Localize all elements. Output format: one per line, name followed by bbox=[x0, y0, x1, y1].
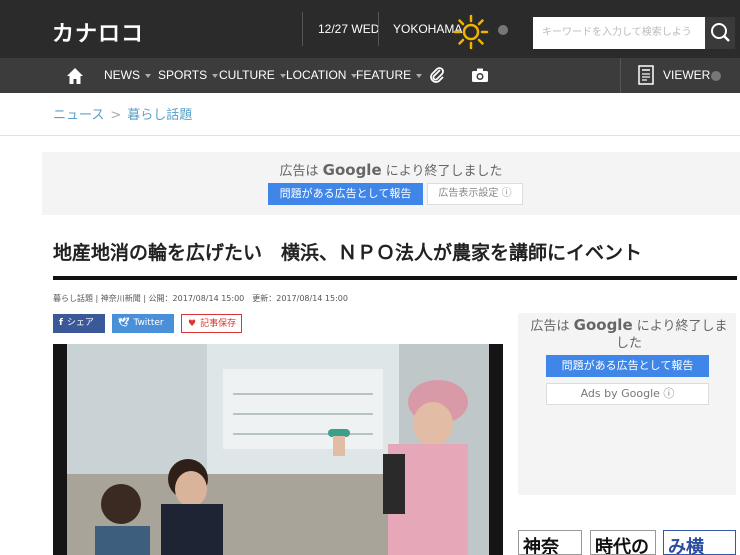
twitter-share-button[interactable]: 🕊 Twitter bbox=[112, 314, 174, 333]
nav-divider bbox=[620, 58, 621, 93]
top-header: カナロコ 12/27 WED YOKOHAMA キーワードを入力して検索しよう bbox=[0, 0, 740, 58]
title-underline bbox=[53, 276, 737, 280]
nav-sports[interactable]: SPORTS bbox=[158, 68, 219, 82]
ad-closed-message: 広告は Google により終了しました bbox=[279, 161, 503, 179]
paper-thumbnail[interactable]: 時代の bbox=[590, 530, 656, 555]
nav-feature[interactable]: FEATURE bbox=[356, 68, 423, 82]
google-logo-text: Google bbox=[322, 161, 382, 179]
header-divider bbox=[302, 12, 303, 46]
chevron-down-icon bbox=[416, 73, 423, 78]
ad-closed-message: 広告は Google により終了しました bbox=[530, 316, 728, 352]
newspaper-icon bbox=[638, 65, 654, 85]
sun-icon bbox=[453, 14, 489, 50]
paperclip-icon[interactable] bbox=[428, 66, 446, 84]
search-icon bbox=[711, 23, 730, 42]
camera-icon[interactable] bbox=[471, 66, 489, 84]
chevron-down-icon bbox=[212, 73, 219, 78]
breadcrumb: ニュース > 暮らし話題 bbox=[53, 104, 192, 123]
header-divider bbox=[378, 12, 379, 46]
article-title: 地産地消の輪を広げたい 横浜、ＮＰＯ法人が農家を講師にイベント bbox=[53, 242, 643, 264]
ad-settings-button[interactable]: 広告表示設定 ⓘ bbox=[427, 183, 523, 205]
paper-thumbnail[interactable]: み横 bbox=[663, 530, 736, 555]
facebook-share-button[interactable]: f シェア bbox=[53, 314, 105, 333]
chevron-down-icon bbox=[145, 73, 151, 78]
viewer-arrow-icon[interactable] bbox=[711, 71, 721, 81]
weather-city[interactable]: YOKOHAMA bbox=[393, 22, 462, 36]
breadcrumb-news[interactable]: ニュース bbox=[53, 108, 104, 123]
nav-culture[interactable]: CULTURE bbox=[219, 68, 286, 82]
viewer-link[interactable]: VIEWER bbox=[663, 68, 710, 82]
article-meta: 暮らし話題 | 神奈川新聞 | 公開：2017/08/14 15:00 更新：2… bbox=[53, 294, 348, 303]
site-logo[interactable]: カナロコ bbox=[52, 16, 144, 48]
ad-banner-top: 広告は Google により終了しました 問題がある広告として報告 広告表示設定… bbox=[42, 152, 740, 215]
save-article-button[interactable]: ♥ 記事保存 bbox=[181, 314, 242, 333]
facebook-icon: f bbox=[59, 318, 63, 328]
photo-image bbox=[67, 344, 489, 555]
breadcrumb-separator: > bbox=[110, 108, 122, 123]
chevron-down-icon bbox=[279, 73, 286, 78]
ads-by-google-button[interactable]: Ads by Google ⓘ bbox=[546, 383, 709, 405]
divider bbox=[0, 135, 740, 136]
main-nav: NEWS SPORTS CULTURE LOCATION FEATURE VIE… bbox=[0, 58, 740, 93]
paper-thumbnail[interactable]: 神奈 bbox=[518, 530, 582, 555]
weather-more-icon[interactable] bbox=[498, 25, 508, 35]
heart-icon: ♥ bbox=[188, 319, 197, 329]
search-button[interactable] bbox=[705, 17, 735, 49]
article-photo bbox=[53, 344, 503, 555]
breadcrumb-category[interactable]: 暮らし話題 bbox=[127, 108, 192, 123]
twitter-icon: 🕊 bbox=[118, 318, 130, 328]
nav-news[interactable]: NEWS bbox=[104, 68, 151, 82]
report-ad-button[interactable]: 問題がある広告として報告 bbox=[546, 355, 709, 377]
google-logo-text: Google bbox=[573, 316, 633, 334]
report-ad-button[interactable]: 問題がある広告として報告 bbox=[268, 183, 423, 205]
search-input[interactable]: キーワードを入力して検索しよう bbox=[533, 17, 705, 49]
ad-sidebar: 広告は Google により終了しました 問題がある広告として報告 Ads by… bbox=[518, 313, 736, 495]
home-icon[interactable] bbox=[66, 67, 84, 85]
nav-location[interactable]: LOCATION bbox=[286, 68, 358, 82]
header-date: 12/27 WED bbox=[318, 22, 380, 36]
